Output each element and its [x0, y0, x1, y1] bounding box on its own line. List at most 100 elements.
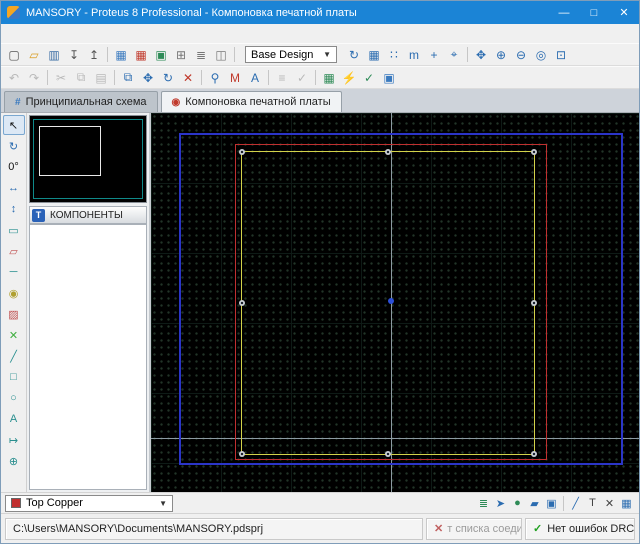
- menu-file[interactable]: [4, 32, 16, 36]
- redraw-icon[interactable]: ↻: [344, 45, 364, 64]
- via-mode-icon[interactable]: ◉: [3, 283, 25, 303]
- pcb-canvas[interactable]: [151, 113, 639, 492]
- dimension-icon[interactable]: ↦: [3, 430, 25, 450]
- gerber-view-icon[interactable]: ◫: [211, 45, 231, 64]
- schematic-view-icon[interactable]: ▦: [111, 45, 131, 64]
- 3d-visualizer-icon[interactable]: ▣: [379, 68, 399, 87]
- cut-icon[interactable]: ✂: [51, 68, 71, 87]
- auto-name-icon[interactable]: M: [225, 68, 245, 87]
- package-mode-icon[interactable]: ▱: [3, 241, 25, 261]
- filter-graphics-icon[interactable]: ╱: [567, 495, 584, 512]
- object-selector-panel: T КОМПОНЕНТЫ: [27, 113, 151, 492]
- layer-selector[interactable]: Top Copper ▼: [5, 495, 173, 512]
- mounting-pad: [385, 451, 391, 457]
- bom-view-icon[interactable]: ≣: [191, 45, 211, 64]
- menu-help[interactable]: [100, 32, 112, 36]
- menu-view[interactable]: [40, 32, 52, 36]
- grid-toggle-icon[interactable]: ▦: [364, 45, 384, 64]
- zoom-out-icon[interactable]: ⊖: [511, 45, 531, 64]
- ratsnest-mode-icon[interactable]: ✕: [3, 325, 25, 345]
- separator: [563, 496, 564, 511]
- close-button[interactable]: ✕: [609, 1, 639, 24]
- track-mode-icon[interactable]: ─: [3, 262, 25, 282]
- separator: [201, 70, 202, 85]
- menu-system[interactable]: [88, 32, 100, 36]
- menu-tools[interactable]: [64, 32, 76, 36]
- 2d-line-icon[interactable]: ╱: [3, 346, 25, 366]
- netlist-icon[interactable]: ≡: [272, 68, 292, 87]
- cursor-toggle-icon[interactable]: ⌖: [444, 45, 464, 64]
- rotation-angle[interactable]: 0°: [3, 157, 25, 177]
- design-selector[interactable]: Base Design ▼: [245, 46, 337, 63]
- zoom-in-icon[interactable]: ⊕: [491, 45, 511, 64]
- select-tool-icon[interactable]: ↖: [3, 115, 25, 135]
- redo-icon[interactable]: ↷: [24, 68, 44, 87]
- separator: [47, 70, 48, 85]
- block-move-icon[interactable]: ✥: [138, 68, 158, 87]
- design-explorer-icon[interactable]: ⊞: [171, 45, 191, 64]
- tab-icon: #: [15, 97, 21, 108]
- menu-edit[interactable]: [28, 32, 40, 36]
- status-file-path: C:\Users\MANSORY\Documents\MANSORY.pdspr…: [5, 518, 423, 540]
- mirror-y-icon[interactable]: ↕: [3, 199, 25, 219]
- mounting-pad: [531, 300, 537, 306]
- maximize-button[interactable]: □: [579, 1, 609, 24]
- filter-zones-icon[interactable]: ▰: [526, 495, 543, 512]
- zoom-all-icon[interactable]: ◎: [531, 45, 551, 64]
- left-toolbar: ↖↻0°↔↕▭▱─◉▨✕╱□○A↦⊕: [1, 113, 27, 492]
- tab-pcb-layout[interactable]: ◉ Компоновка печатной платы: [161, 91, 342, 112]
- filter-layers-icon[interactable]: ≣: [475, 495, 492, 512]
- filter-pads-icon[interactable]: ▣: [543, 495, 560, 512]
- block-rotate-icon[interactable]: ↻: [158, 68, 178, 87]
- components-panel-header: T КОМПОНЕНТЫ: [29, 206, 147, 224]
- 2d-text-icon[interactable]: A: [3, 409, 25, 429]
- find-component-icon[interactable]: ⚲: [205, 68, 225, 87]
- zone-mode-icon[interactable]: ▨: [3, 304, 25, 324]
- filter-markers-icon[interactable]: ✕: [601, 495, 618, 512]
- menu-output[interactable]: [16, 32, 28, 36]
- tab-schematic[interactable]: # Принципиальная схема: [4, 91, 158, 112]
- false-origin-icon[interactable]: +: [424, 45, 444, 64]
- mounting-pad: [531, 149, 537, 155]
- new-project-icon[interactable]: ▢: [4, 45, 24, 64]
- open-project-icon[interactable]: ▱: [24, 45, 44, 64]
- auto-router-icon[interactable]: ⚡: [339, 68, 359, 87]
- save-project-icon[interactable]: ▥: [44, 45, 64, 64]
- 2d-box-icon[interactable]: □: [3, 367, 25, 387]
- menu-bar: [1, 24, 639, 43]
- origin-tool-icon[interactable]: ⊕: [3, 451, 25, 471]
- crc-icon[interactable]: ✓: [292, 68, 312, 87]
- preview-frame: [33, 119, 143, 199]
- minimize-button[interactable]: —: [549, 1, 579, 24]
- component-mode-icon[interactable]: ▭: [3, 220, 25, 240]
- filter-tracks-icon[interactable]: ➤: [492, 495, 509, 512]
- copy-icon[interactable]: ⧉: [71, 68, 91, 87]
- undo-icon[interactable]: ↶: [4, 68, 24, 87]
- export-icon[interactable]: ↥: [84, 45, 104, 64]
- auto-placer-icon[interactable]: ▦: [319, 68, 339, 87]
- import-icon[interactable]: ↧: [64, 45, 84, 64]
- filter-all-icon[interactable]: ▦: [618, 495, 635, 512]
- paste-icon[interactable]: ▤: [91, 68, 111, 87]
- snap-grid-icon[interactable]: ∷: [384, 45, 404, 64]
- zoom-area-icon[interactable]: ⊡: [551, 45, 571, 64]
- redraw-tool-icon[interactable]: ↻: [3, 136, 25, 156]
- overview-window[interactable]: [29, 115, 147, 203]
- origin-marker: [388, 298, 394, 304]
- menu-process[interactable]: [76, 32, 88, 36]
- components-list[interactable]: [29, 224, 147, 490]
- property-tool-icon[interactable]: A: [245, 68, 265, 87]
- pan-icon[interactable]: ✥: [471, 45, 491, 64]
- 3d-view-icon[interactable]: ▣: [151, 45, 171, 64]
- 2d-circle-icon[interactable]: ○: [3, 388, 25, 408]
- drc-report-icon[interactable]: ✓: [359, 68, 379, 87]
- menu-library[interactable]: [52, 32, 64, 36]
- toolbar-main-left-group: ▢▱▥↧↥▦▦▣⊞≣◫: [4, 45, 238, 64]
- block-delete-icon[interactable]: ✕: [178, 68, 198, 87]
- filter-text-icon[interactable]: T: [584, 495, 601, 512]
- block-copy-icon[interactable]: ⧉: [118, 68, 138, 87]
- filter-vias-icon[interactable]: ●: [509, 495, 526, 512]
- mirror-x-icon[interactable]: ↔: [3, 178, 25, 198]
- metric-toggle-icon[interactable]: m: [404, 45, 424, 64]
- pcb-view-icon[interactable]: ▦: [131, 45, 151, 64]
